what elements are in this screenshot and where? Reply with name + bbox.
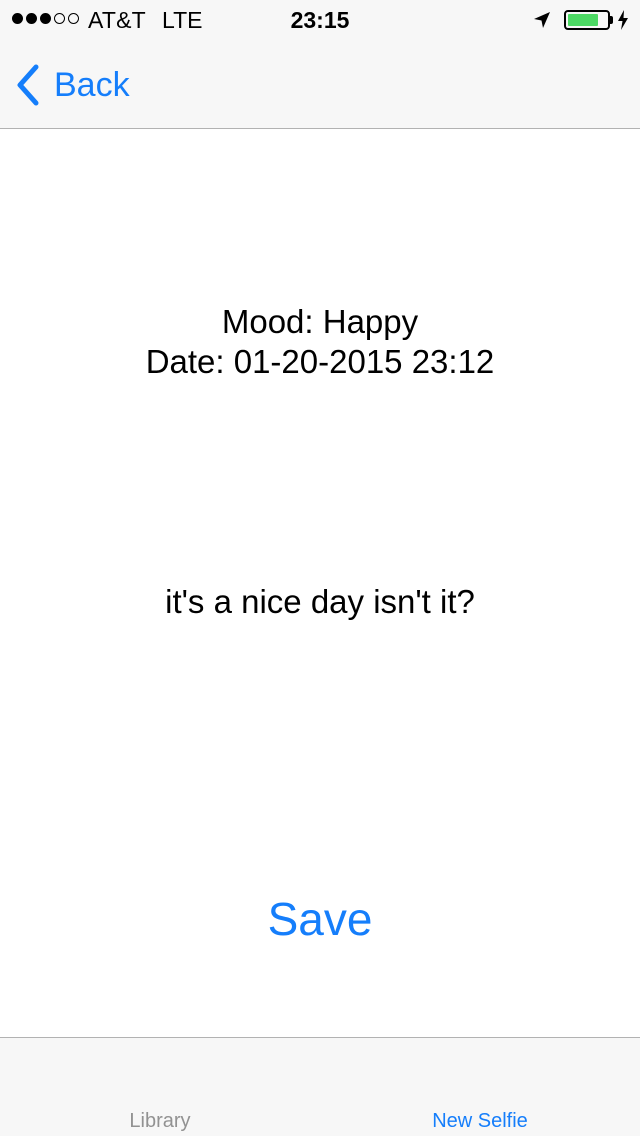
- top-bar-area: AT&T LTE 23:15 Back: [0, 0, 640, 129]
- back-button[interactable]: Back: [14, 62, 130, 108]
- back-button-label: Back: [54, 65, 130, 104]
- note-text: it's a nice day isn't it?: [165, 583, 475, 620]
- selfie-details: Mood: Happy Date: 01-20-2015 23:12: [0, 302, 640, 382]
- location-arrow-icon: [534, 12, 550, 28]
- tab-new-selfie[interactable]: New Selfie: [320, 1038, 640, 1136]
- screen: AT&T LTE 23:15 Back Mood: Happy Date: 01…: [0, 0, 640, 1136]
- battery-icon: [564, 10, 610, 30]
- charging-bolt-icon: [618, 10, 628, 30]
- status-bar: AT&T LTE 23:15: [0, 0, 640, 40]
- navigation-bar: Back: [0, 40, 640, 128]
- mood-text: Mood: Happy: [221, 303, 419, 340]
- tab-library-label: Library: [129, 1110, 191, 1132]
- battery-level: [568, 14, 598, 26]
- save-button[interactable]: Save: [220, 886, 420, 952]
- tab-new-selfie-label: New Selfie: [432, 1110, 528, 1132]
- date-text: Date: 01-20-2015 23:12: [145, 343, 495, 380]
- tab-bar: Library New Selfie: [0, 1037, 640, 1136]
- chevron-left-icon: [17, 64, 39, 106]
- tab-library[interactable]: Library: [0, 1038, 320, 1136]
- battery-tip: [610, 16, 613, 24]
